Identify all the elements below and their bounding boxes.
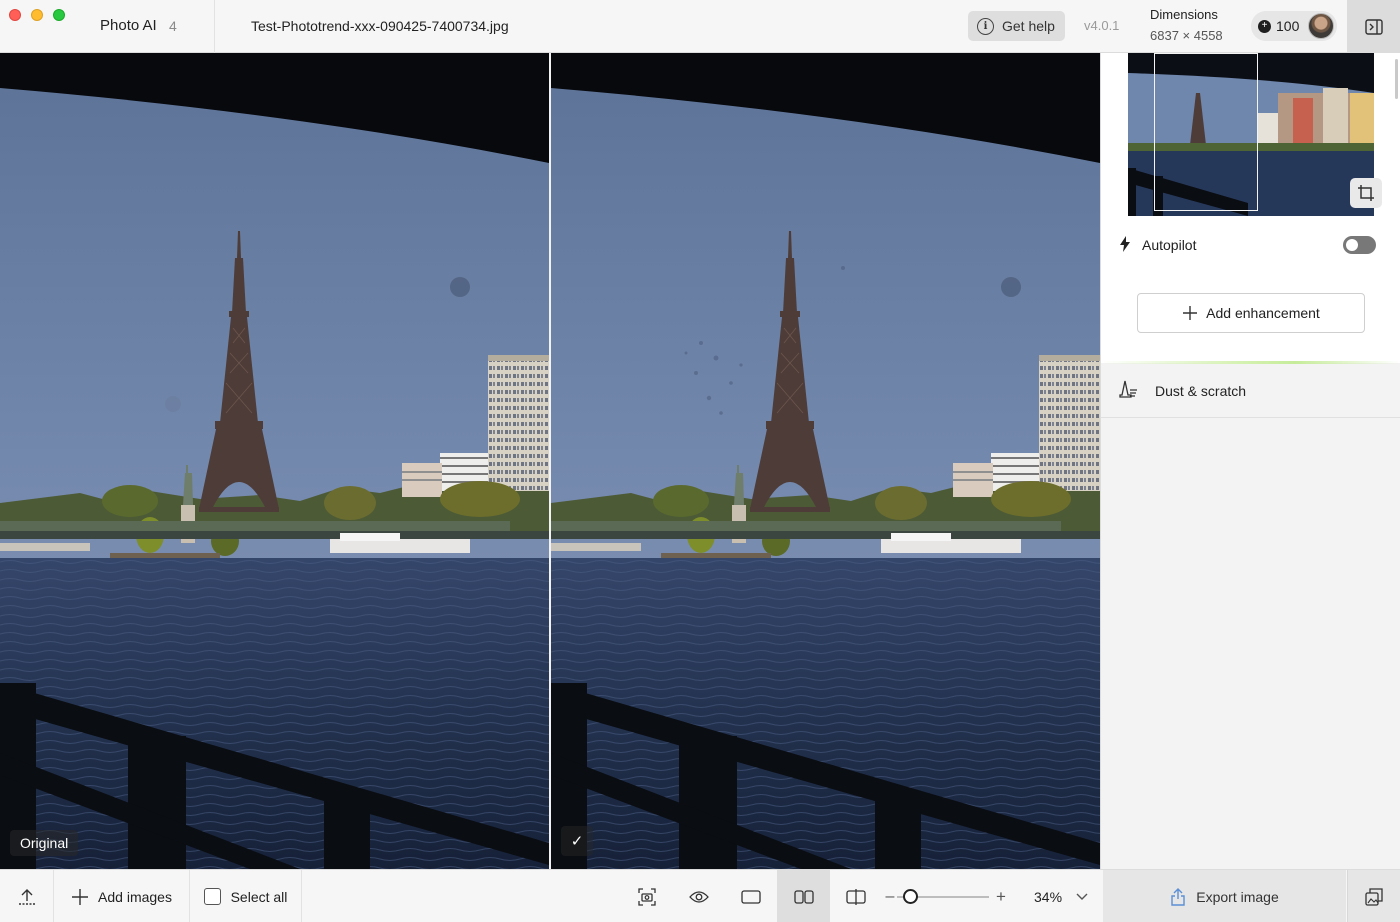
split-view-icon [846,888,866,905]
app-name: Photo AI [100,17,157,34]
select-all-label: Select all [230,888,288,905]
enhancement-item-dust-scratch[interactable]: Dust & scratch [1101,364,1400,418]
export-image-label: Export image [1196,888,1279,905]
select-all-checkbox[interactable] [203,888,221,905]
close-window-button[interactable] [9,9,21,21]
title-divider [214,0,215,53]
zoom-out-button[interactable]: – [883,870,897,922]
sidebar-toggle-button[interactable] [1347,0,1400,53]
sidebar-toggle-icon [1364,18,1383,35]
enhanced-image-pane[interactable]: ✓ [551,53,1100,869]
side-by-side-icon [793,889,814,904]
add-images-button[interactable]: Add images [54,870,189,922]
info-icon: i [977,17,994,35]
autopilot-label: Autopilot [1142,237,1197,253]
dimensions-value: 6837 × 4558 [1150,28,1223,43]
select-all-button[interactable]: Select all [190,870,301,922]
chevron-down-icon [1076,893,1088,900]
enhancement-panel: Autopilot Add enhancement Dust & scratch [1101,53,1400,869]
add-enhancement-label: Add enhancement [1206,305,1320,321]
zoom-in-button[interactable]: + [993,870,1009,922]
bolt-icon [1120,236,1130,252]
minimize-window-button[interactable] [31,9,43,21]
single-view-button[interactable] [725,870,777,922]
original-image-pane[interactable]: Original [0,53,549,869]
add-enhancement-section: Add enhancement [1101,271,1400,363]
enhanced-photo [551,53,1100,869]
get-help-button[interactable]: i Get help [968,11,1065,41]
credits-count: 100 [1276,18,1300,34]
share-icon [1171,887,1185,906]
batch-images-icon [1365,887,1383,906]
viewport-rectangle[interactable] [1154,53,1258,211]
navigator-thumbnail[interactable] [1128,53,1374,216]
snapshot-button[interactable] [621,870,673,922]
crop-button[interactable] [1350,178,1382,208]
enhanced-check-icon: ✓ [561,826,593,856]
original-photo [0,53,549,869]
crop-icon [1358,185,1374,201]
app-version-badge: 4 [169,18,177,34]
batch-export-button[interactable] [1347,870,1400,922]
eye-icon [689,890,709,903]
navigator [1101,53,1400,219]
side-by-side-view-button[interactable] [777,870,830,922]
title-bar: Photo AI 4 Test-Phototrend-xxx-090425-74… [0,0,1400,53]
dust-scratch-label: Dust & scratch [1155,383,1247,399]
dimensions-label: Dimensions [1150,7,1218,22]
autopilot-toggle[interactable] [1343,236,1376,254]
credit-plus-icon: + [1258,19,1271,33]
upload-button[interactable] [0,870,53,922]
preview-toggle-button[interactable] [673,870,725,922]
camera-frame-icon [638,887,656,906]
autopilot-row: Autopilot [1101,219,1400,271]
get-help-label: Get help [1002,18,1055,34]
plus-icon [1183,306,1198,320]
plus-icon [72,888,89,905]
add-enhancement-button[interactable]: Add enhancement [1137,293,1365,333]
bottom-toolbar: Add images Select all – + 34% Export ima… [0,869,1400,922]
upload-icon [18,888,35,905]
credits-badge[interactable]: + 100 [1251,11,1337,41]
app-version: v4.0.1 [1084,18,1120,33]
single-view-icon [741,889,761,904]
file-name: Test-Phototrend-xxx-090425-7400734.jpg [251,18,509,34]
avatar[interactable] [1308,13,1334,39]
original-label: Original [10,830,79,856]
broom-icon [1119,380,1137,398]
panel-scrollbar[interactable] [1395,59,1398,99]
zoom-slider-handle[interactable] [903,889,918,904]
export-image-button[interactable]: Export image [1103,870,1346,922]
maximize-window-button[interactable] [53,9,65,21]
zoom-dropdown[interactable] [1070,870,1094,922]
toolbar-divider [301,870,302,922]
zoom-value[interactable]: 34% [1034,889,1062,905]
add-images-label: Add images [98,888,172,905]
split-view-button[interactable] [830,870,882,922]
